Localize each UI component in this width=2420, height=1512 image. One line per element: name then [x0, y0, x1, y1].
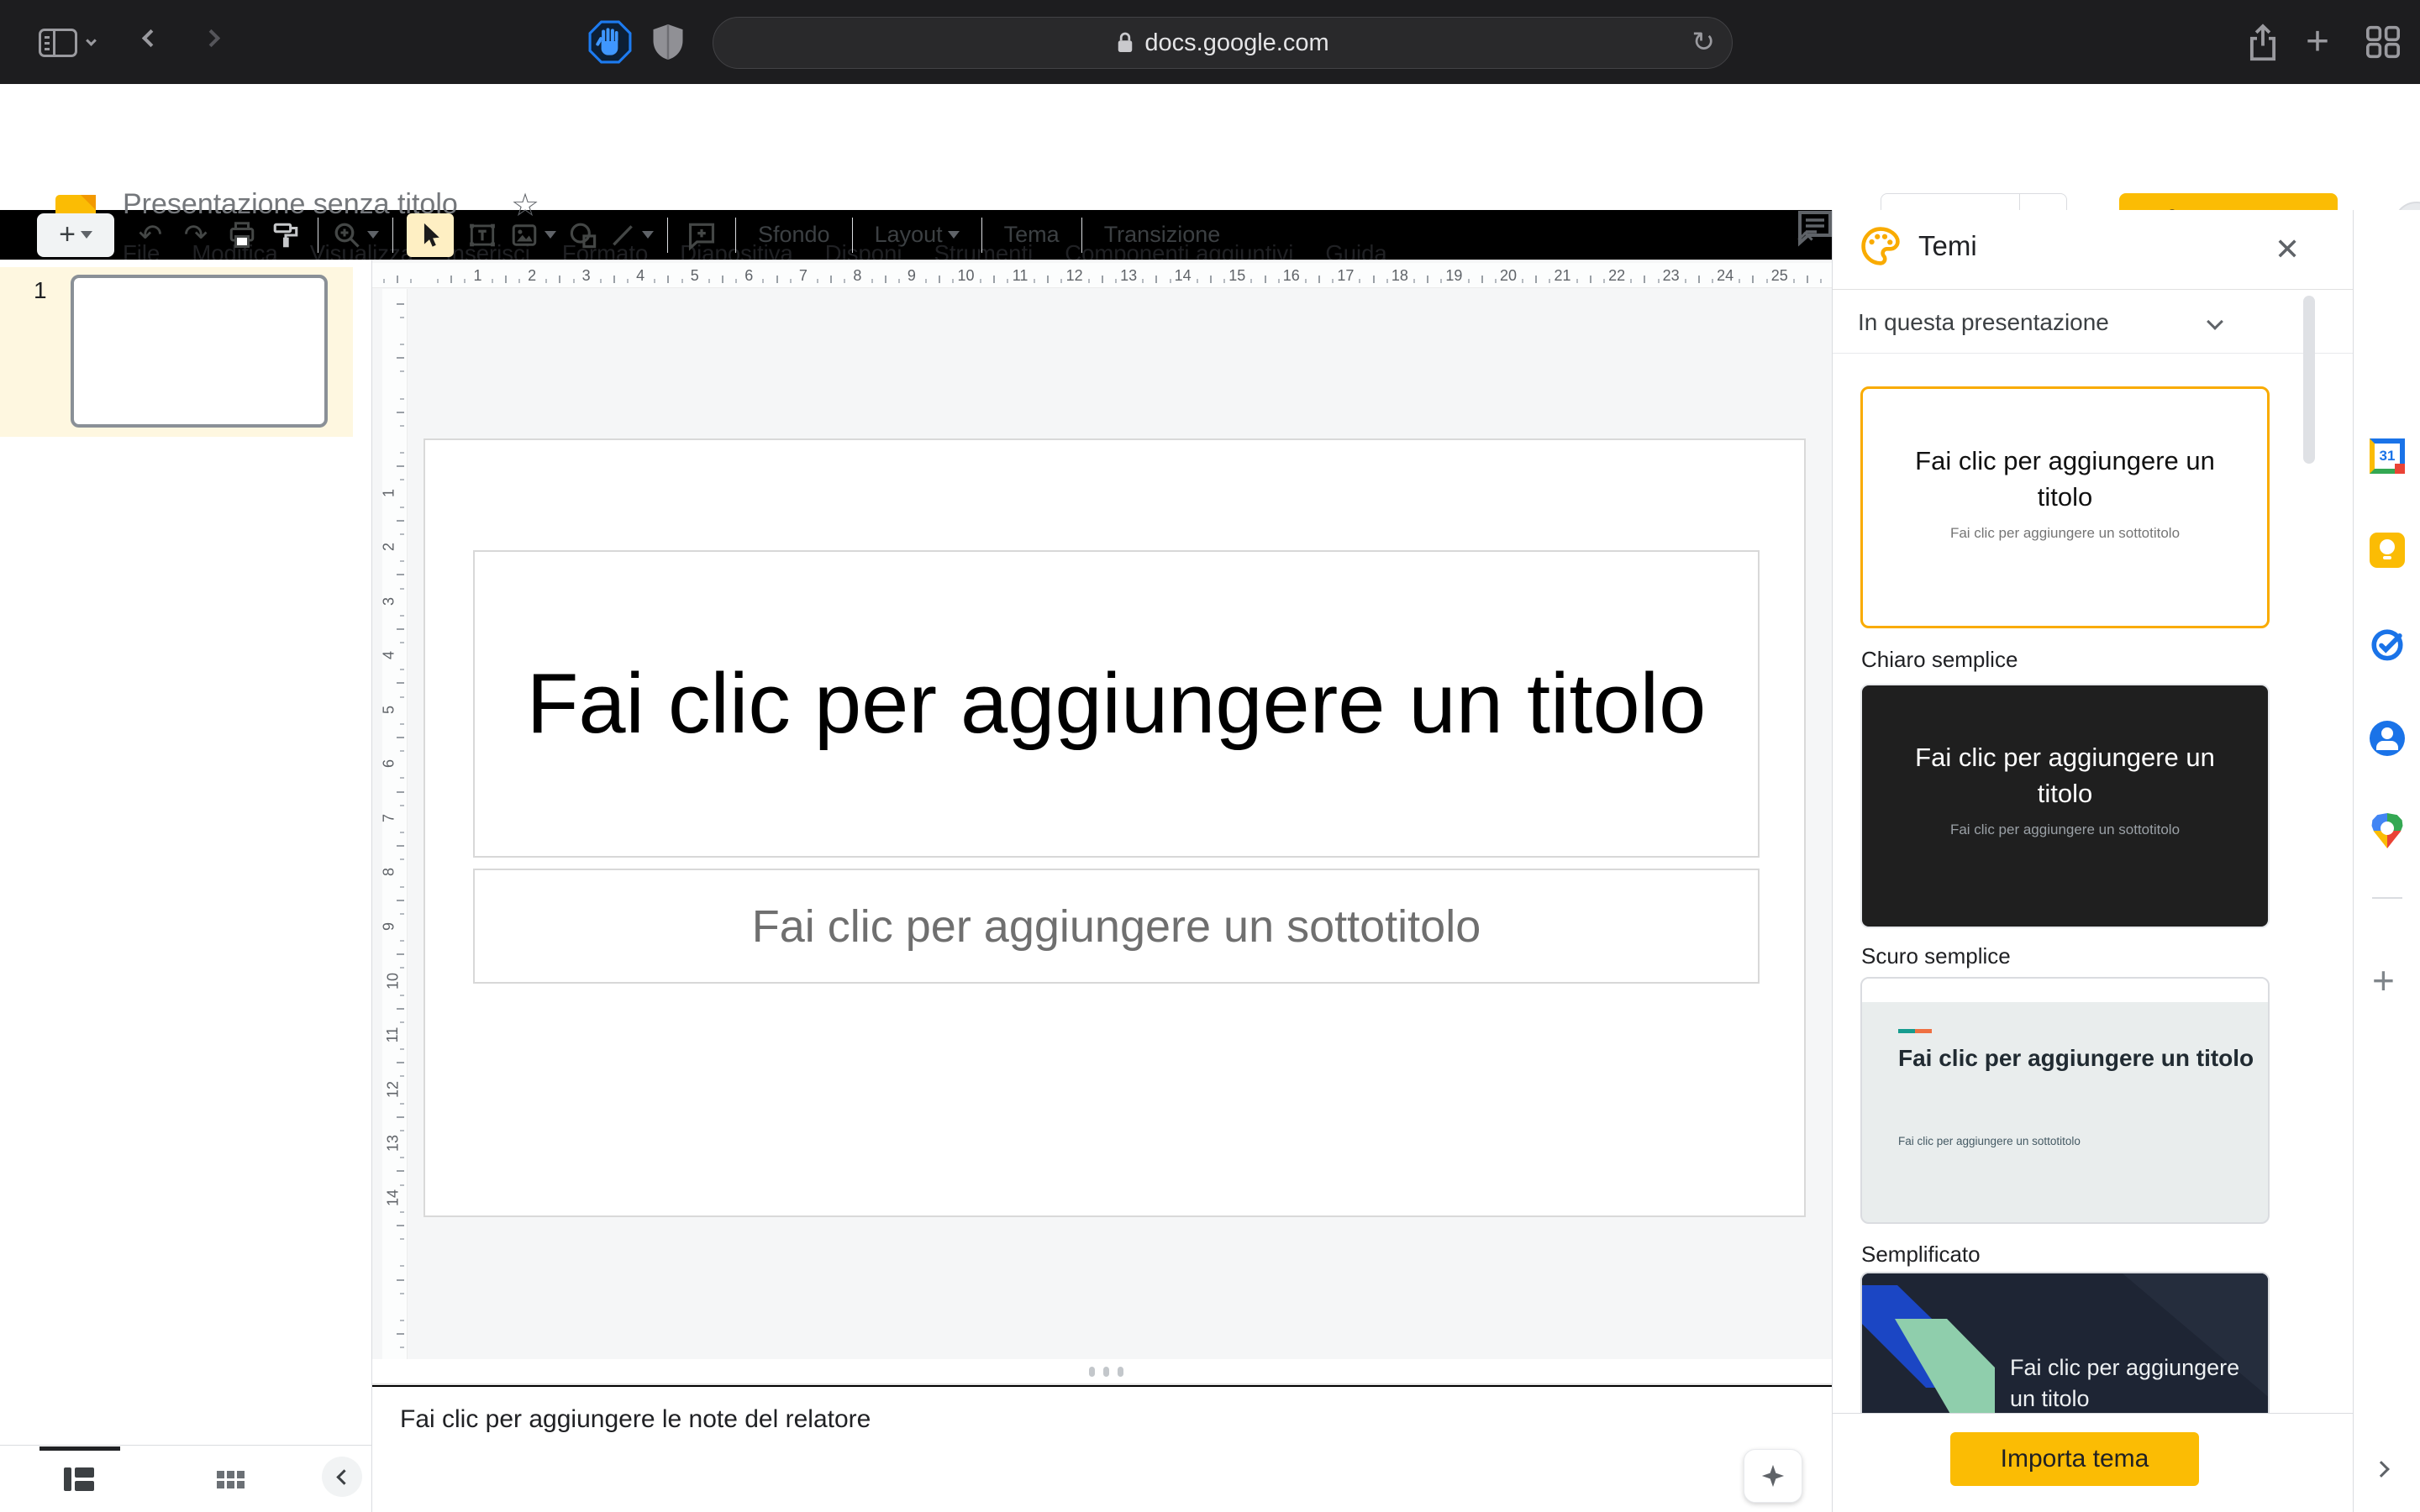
expand-strip-icon[interactable]	[2375, 1463, 2387, 1479]
select-tool[interactable]	[407, 213, 454, 257]
explore-star-icon	[1760, 1463, 1786, 1488]
editor-canvas: 1234567891011121314151617181920212223242…	[372, 260, 1832, 1359]
vertical-ruler: 1234567891011121314	[382, 289, 408, 1359]
address-bar[interactable]: docs.google.com ↻	[713, 17, 1733, 69]
panel-footer: Importa tema	[1833, 1413, 2353, 1512]
theme-title-preview: Fai clic per aggiungere un titolo	[1898, 1042, 2261, 1074]
sidebar-toggle-icon[interactable]	[39, 29, 77, 57]
zoom-icon[interactable]	[332, 213, 379, 257]
divider	[2372, 897, 2402, 899]
insert-image-tool[interactable]	[509, 213, 556, 257]
reload-icon[interactable]: ↻	[1691, 25, 1715, 58]
image-dropdown-caret[interactable]	[544, 231, 556, 239]
add-app-icon[interactable]: +	[2372, 958, 2395, 1003]
new-slide-button[interactable]: +	[37, 213, 114, 257]
slide-thumbnail[interactable]	[71, 275, 328, 428]
insert-comment-tool[interactable]	[681, 213, 722, 257]
theme-name: Chiaro semplice	[1861, 647, 2018, 673]
themes-panel: Temi ✕ In questa presentazione Fai clic …	[1832, 210, 2353, 1512]
sidebar-menu-chevron-icon[interactable]	[87, 34, 95, 49]
google-keep-icon[interactable]	[2370, 533, 2405, 568]
theme-title-preview: Fai clic per aggiungere un titolo	[1889, 739, 2242, 811]
layout-label: Layout	[875, 222, 943, 248]
import-theme-button[interactable]: Importa tema	[1950, 1432, 2199, 1486]
title-placeholder-box[interactable]: Fai clic per aggiungere un titolo	[473, 550, 1760, 858]
browser-toolbar: docs.google.com ↻ +	[0, 0, 2420, 84]
side-apps-strip: 31 +	[2353, 210, 2420, 1512]
divider	[1833, 289, 2353, 290]
theme-subtitle-preview: Fai clic per aggiungere un sottotitolo	[1862, 822, 2268, 838]
google-contacts-icon[interactable]	[2370, 721, 2405, 756]
active-view-indicator	[39, 1446, 120, 1451]
drag-handle-icon	[1089, 1367, 1123, 1377]
forward-icon	[205, 32, 218, 49]
palette-icon	[1860, 225, 1902, 267]
line-tool[interactable]	[608, 213, 654, 257]
theme-subtitle-preview: Fai clic per aggiungere un sottotitolo	[1863, 525, 2267, 542]
theme-card-semplificato[interactable]: Fai clic per aggiungere un titolo Fai cl…	[1860, 977, 2270, 1224]
grid-view-icon[interactable]	[217, 1471, 245, 1490]
speaker-notes-area[interactable]: Fai clic per aggiungere le note del rela…	[372, 1387, 1832, 1512]
line-dropdown-caret[interactable]	[642, 231, 654, 239]
tab-overview-icon[interactable]	[2365, 25, 2402, 59]
transition-button[interactable]: Transizione	[1096, 222, 1229, 248]
google-tasks-icon[interactable]	[2370, 627, 2405, 662]
filmstrip-view-icon[interactable]	[64, 1467, 94, 1491]
theme-card-chiaro-semplice[interactable]: Fai clic per aggiungere un titolo Fai cl…	[1860, 386, 2270, 628]
collapse-toolbar-icon[interactable]	[1788, 220, 1822, 250]
title-placeholder-text: Fai clic per aggiungere un titolo	[495, 643, 1739, 765]
accent-dash-icon	[1898, 1029, 1932, 1033]
slide-page[interactable]: Fai clic per aggiungere un titolo Fai cl…	[424, 438, 1806, 1217]
close-panel-icon[interactable]: ✕	[2275, 232, 2300, 267]
privacy-shield-icon[interactable]	[650, 23, 686, 61]
plus-icon: +	[59, 218, 76, 251]
zoom-dropdown-caret[interactable]	[367, 231, 379, 239]
theme-button[interactable]: Tema	[996, 222, 1068, 248]
subtitle-placeholder-box[interactable]: Fai clic per aggiungere un sottotitolo	[473, 869, 1760, 984]
paint-format-icon	[267, 213, 304, 257]
theme-card-scuro-semplice[interactable]: Fai clic per aggiungere un titolo Fai cl…	[1860, 684, 2270, 928]
theme-title-preview: Fai clic per aggiungere un titolo	[1889, 443, 2242, 515]
section-collapse-icon[interactable]	[2209, 316, 2221, 332]
horizontal-ruler: 1234567891011121314151617181920212223242…	[372, 263, 1832, 288]
calendar-day: 31	[2380, 448, 2396, 465]
back-icon[interactable]	[145, 32, 157, 49]
google-maps-icon[interactable]	[2370, 813, 2405, 848]
redo-icon[interactable]: ↷	[178, 218, 213, 252]
theme-name: Semplificato	[1861, 1242, 1981, 1268]
subtitle-placeholder-text: Fai clic per aggiungere un sottotitolo	[752, 900, 1481, 953]
print-icon[interactable]	[224, 213, 260, 257]
toolbar: + ↶ ↷ Sfondo Layout Tema Transizione	[37, 210, 1228, 260]
share-icon[interactable]	[2245, 22, 2281, 64]
tls-lock-icon	[1116, 31, 1134, 55]
new-tab-icon[interactable]: +	[2306, 18, 2329, 65]
slide-filmstrip: 1	[0, 260, 372, 1445]
explore-button[interactable]	[1744, 1449, 1802, 1503]
collapse-filmstrip-button[interactable]	[322, 1457, 362, 1497]
notes-resize-handle[interactable]	[372, 1359, 1832, 1385]
text-box-tool[interactable]	[462, 213, 502, 257]
theme-title-preview: Fai clic per aggiungere un titolo	[2010, 1352, 2262, 1415]
google-calendar-icon[interactable]: 31	[2370, 438, 2405, 474]
slide-number: 1	[34, 277, 47, 304]
speaker-notes-placeholder: Fai clic per aggiungere le note del rela…	[400, 1405, 871, 1434]
filmstrip-bottom-bar	[0, 1445, 372, 1512]
panel-title: Temi	[1918, 230, 1977, 262]
theme-name: Scuro semplice	[1861, 943, 2011, 969]
section-label: In questa presentazione	[1858, 309, 2109, 336]
divider	[1833, 353, 2353, 354]
shape-tool[interactable]	[563, 213, 603, 257]
app-header: Presentazione senza titolo ☆ File Modifi…	[0, 84, 2420, 210]
background-button[interactable]: Sfondo	[750, 222, 839, 248]
undo-icon[interactable]: ↶	[133, 218, 168, 252]
theme-subtitle-preview: Fai clic per aggiungere un sottotitolo	[1898, 1135, 2081, 1147]
content-blocker-hand-icon[interactable]	[588, 20, 632, 64]
panel-scrollbar[interactable]	[2303, 296, 2315, 464]
url-text: docs.google.com	[1144, 29, 1328, 57]
layout-button[interactable]: Layout	[866, 222, 968, 248]
